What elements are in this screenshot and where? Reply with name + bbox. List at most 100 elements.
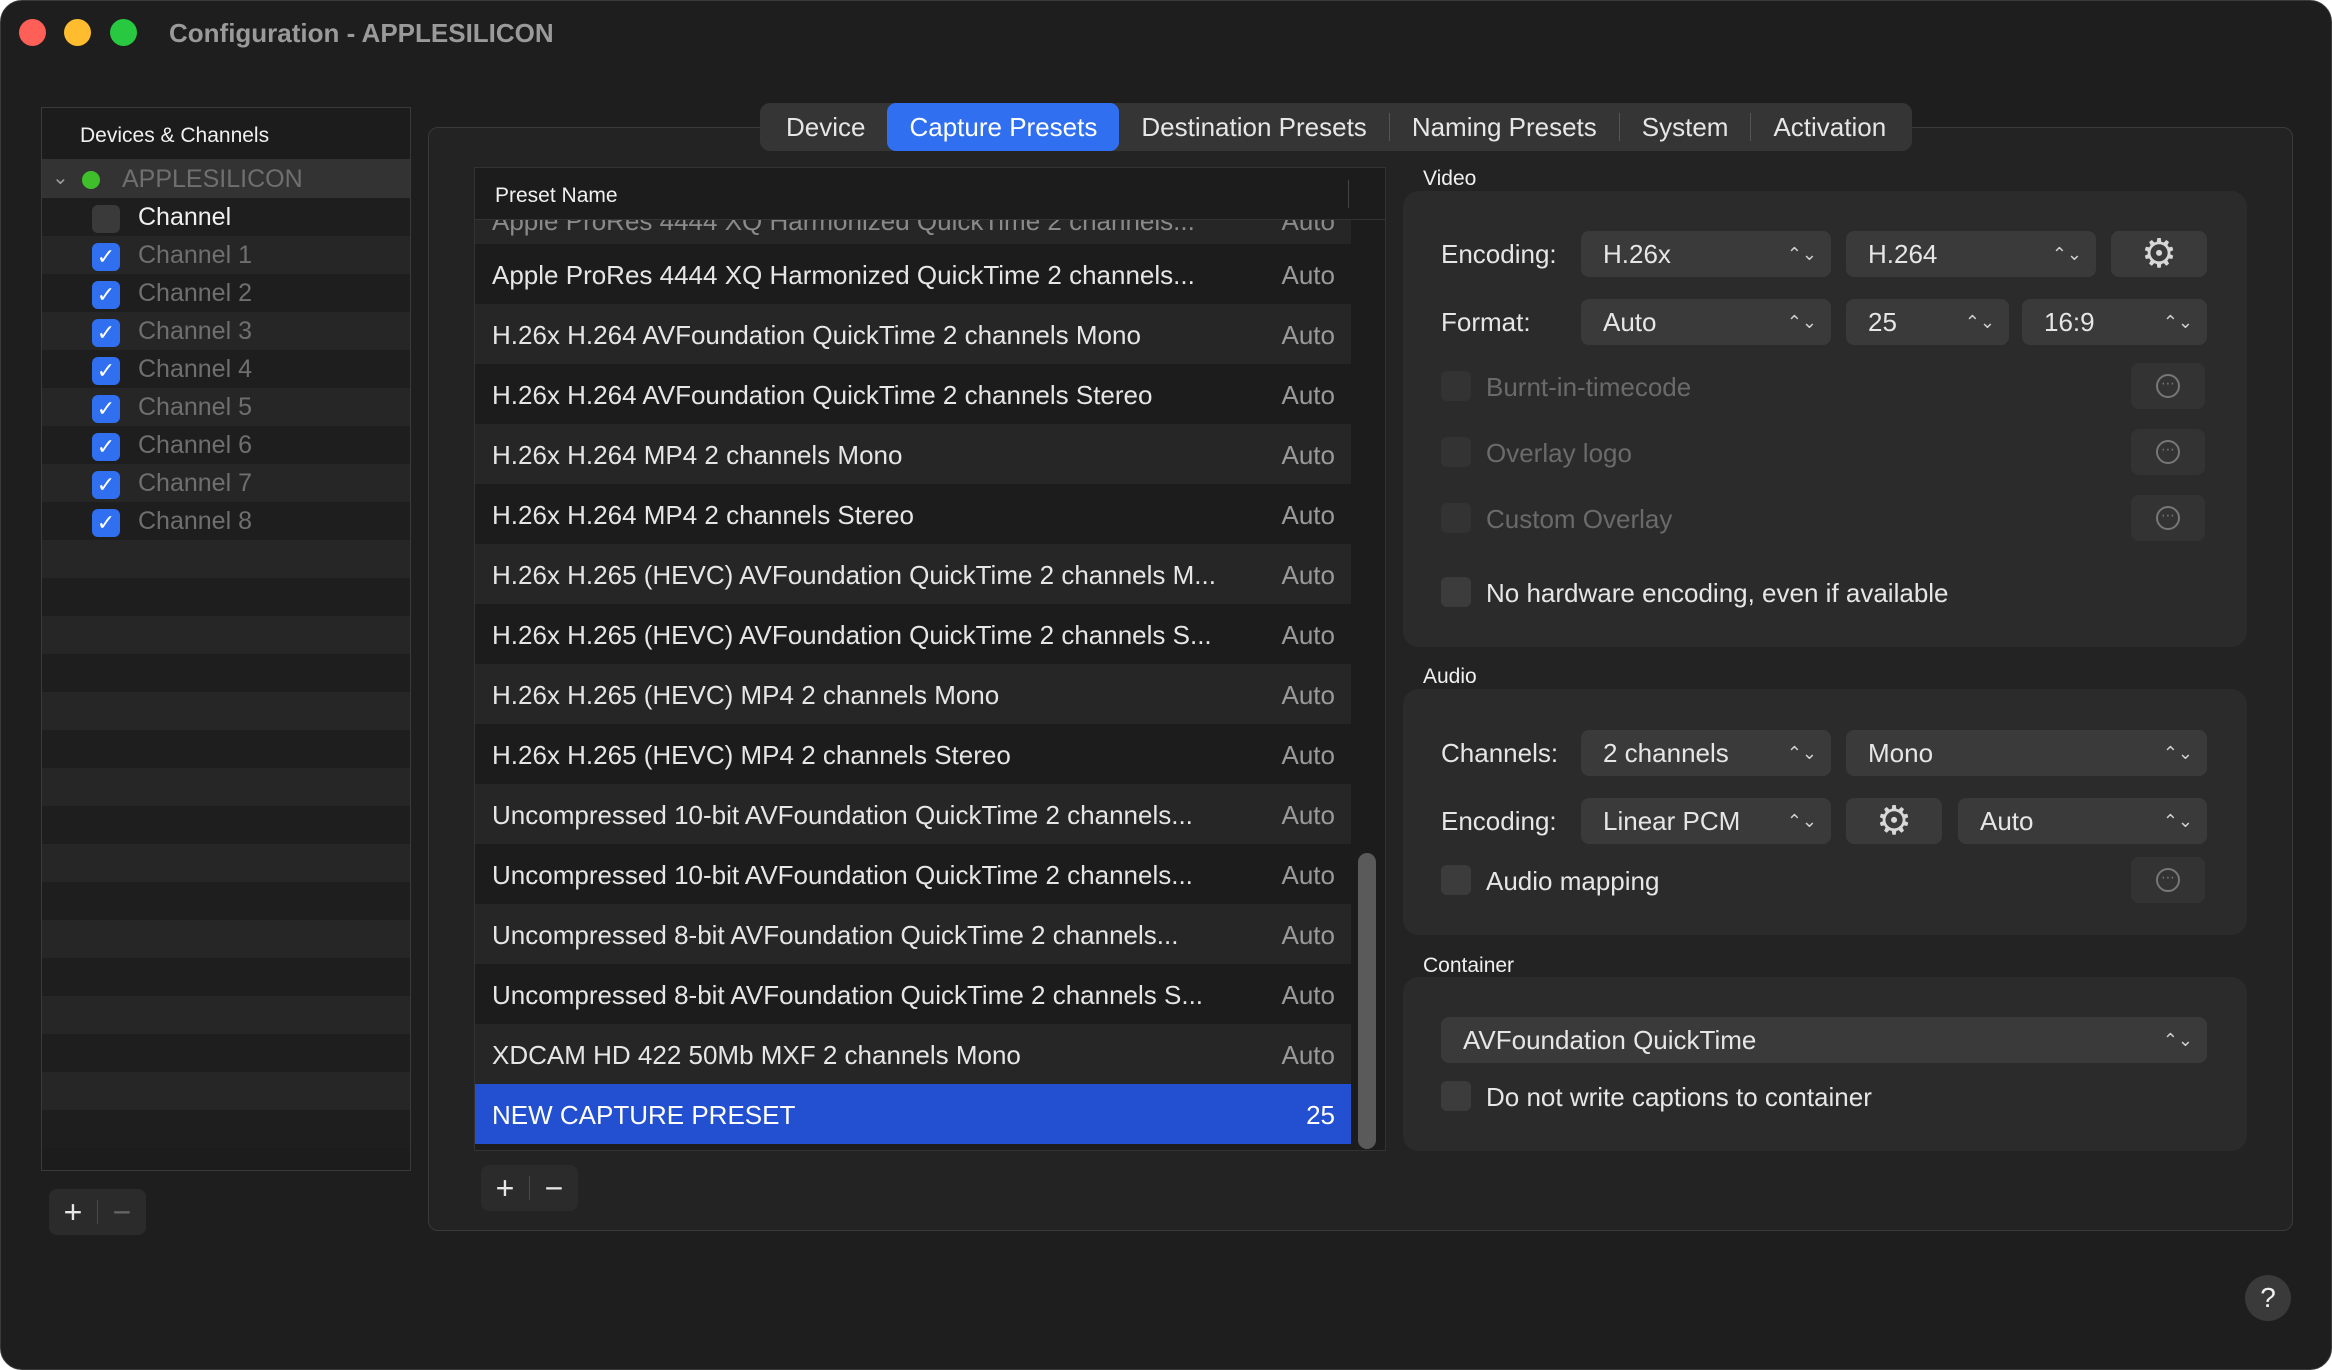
tab-device[interactable]: Device xyxy=(764,103,887,151)
no-captions-checkbox[interactable] xyxy=(1441,1081,1471,1111)
zoom-window-button[interactable] xyxy=(110,19,137,46)
remove-preset-button[interactable]: − xyxy=(530,1165,578,1211)
preset-row[interactable]: Apple ProRes 4444 XQ Harmonized QuickTim… xyxy=(475,244,1351,304)
tab-system[interactable]: System xyxy=(1620,103,1751,151)
channel-checkbox[interactable]: ✓ xyxy=(92,357,120,385)
preset-row-selected[interactable]: NEW CAPTURE PRESET 25 xyxy=(475,1084,1351,1144)
popup-value: H.26x xyxy=(1603,239,1671,269)
burnt-in-timecode-checkbox[interactable] xyxy=(1441,371,1471,401)
channel-all-checkbox[interactable] xyxy=(92,205,120,233)
preset-row[interactable]: Uncompressed 8-bit AVFoundation QuickTim… xyxy=(475,904,1351,964)
audio-encoding-popup[interactable]: Linear PCM ⌃⌄ xyxy=(1581,798,1831,844)
popup-value: 25 xyxy=(1868,307,1897,337)
channel-row[interactable]: ✓ Channel 4 xyxy=(42,350,410,388)
preset-name: H.26x H.265 (HEVC) AVFoundation QuickTim… xyxy=(492,620,1212,650)
preset-name: Uncompressed 10-bit AVFoundation QuickTi… xyxy=(492,800,1193,830)
add-preset-button[interactable]: + xyxy=(481,1165,529,1211)
channel-row[interactable]: ✓ Channel 1 xyxy=(42,236,410,274)
preset-value: Auto xyxy=(1281,500,1336,530)
channel-checkbox[interactable]: ✓ xyxy=(92,471,120,499)
video-codec-popup[interactable]: H.264 ⌃⌄ xyxy=(1846,231,2096,277)
aspect-ratio-popup[interactable]: 16:9 ⌃⌄ xyxy=(2022,299,2207,345)
preset-row[interactable]: H.26x H.264 MP4 2 channels Mono Auto xyxy=(475,424,1351,484)
more-icon: ⋯ xyxy=(2156,868,2180,893)
audio-encoding-settings-button[interactable]: ⚙ xyxy=(1846,798,1942,844)
preset-name: Apple ProRes 4444 XQ Harmonized QuickTim… xyxy=(492,260,1195,290)
preset-name: H.26x H.265 (HEVC) AVFoundation QuickTim… xyxy=(492,560,1216,590)
preset-value: 25 xyxy=(1306,1100,1335,1130)
preset-value: Auto xyxy=(1281,740,1336,770)
device-row-applesilicon[interactable]: ⌄ APPLESILICON xyxy=(42,160,410,198)
preset-list-header: Preset Name xyxy=(475,168,1385,220)
preset-value: Auto xyxy=(1281,440,1336,470)
audio-settings-box: Channels: 2 channels ⌃⌄ Mono ⌃⌄ Encoding… xyxy=(1403,689,2247,935)
tab-activation[interactable]: Activation xyxy=(1751,103,1908,151)
preset-row[interactable]: H.26x H.264 AVFoundation QuickTime 2 cha… xyxy=(475,364,1351,424)
channel-checkbox[interactable]: ✓ xyxy=(92,509,120,537)
tab-naming-presets[interactable]: Naming Presets xyxy=(1390,103,1619,151)
channel-row[interactable]: ✓ Channel 2 xyxy=(42,274,410,312)
channel-checkbox[interactable]: ✓ xyxy=(92,319,120,347)
audio-section-title: Audio xyxy=(1423,665,1477,688)
burnt-in-timecode-options-button[interactable]: ⋯ xyxy=(2131,363,2205,409)
channel-row[interactable]: ✓ Channel 3 xyxy=(42,312,410,350)
preset-value: Auto xyxy=(1281,980,1336,1010)
preset-row[interactable]: Uncompressed 8-bit AVFoundation QuickTim… xyxy=(475,964,1351,1024)
channel-header-row[interactable]: Channel xyxy=(42,198,410,236)
frame-rate-popup[interactable]: 25 ⌃⌄ xyxy=(1846,299,2009,345)
preset-row-partial[interactable]: Apple ProRes 4444 XQ Harmonized QuickTim… xyxy=(475,220,1351,244)
channel-row[interactable]: ✓ Channel 7 xyxy=(42,464,410,502)
channel-checkbox[interactable]: ✓ xyxy=(92,433,120,461)
audio-mapping-options-button[interactable]: ⋯ xyxy=(2131,857,2205,903)
popup-value: Linear PCM xyxy=(1603,806,1741,836)
minimize-window-button[interactable] xyxy=(64,19,91,46)
audio-mapping-checkbox[interactable] xyxy=(1441,865,1471,895)
channel-checkbox[interactable]: ✓ xyxy=(92,395,120,423)
preset-row[interactable]: H.26x H.264 AVFoundation QuickTime 2 cha… xyxy=(475,304,1351,364)
preset-row[interactable]: H.26x H.265 (HEVC) AVFoundation QuickTim… xyxy=(475,544,1351,604)
audio-channel-mode-popup[interactable]: Mono ⌃⌄ xyxy=(1846,730,2207,776)
preset-value: Auto xyxy=(1281,220,1336,236)
channel-label: Channel 2 xyxy=(138,279,252,307)
custom-overlay-label: Custom Overlay xyxy=(1486,504,1673,534)
remove-channel-button[interactable]: − xyxy=(98,1189,146,1235)
help-button[interactable]: ? xyxy=(2245,1275,2291,1321)
video-encoding-family-popup[interactable]: H.26x ⌃⌄ xyxy=(1581,231,1831,277)
tab-capture-presets[interactable]: Capture Presets xyxy=(887,103,1120,151)
capture-preset-list: Apple ProRes 4444 XQ Harmonized QuickTim… xyxy=(474,167,1386,1151)
channel-row[interactable]: ✓ Channel 8 xyxy=(42,502,410,540)
empty-row xyxy=(42,996,410,1034)
preset-row[interactable]: Uncompressed 10-bit AVFoundation QuickTi… xyxy=(475,784,1351,844)
video-format-popup[interactable]: Auto ⌃⌄ xyxy=(1581,299,1831,345)
empty-row xyxy=(42,768,410,806)
preset-name: H.26x H.265 (HEVC) MP4 2 channels Mono xyxy=(492,680,1000,710)
column-header-preset-name[interactable]: Preset Name xyxy=(495,184,618,208)
channel-row[interactable]: ✓ Channel 5 xyxy=(42,388,410,426)
popup-value: H.264 xyxy=(1868,239,1938,269)
overlay-logo-options-button[interactable]: ⋯ xyxy=(2131,429,2205,475)
preset-row[interactable]: H.26x H.265 (HEVC) AVFoundation QuickTim… xyxy=(475,604,1351,664)
custom-overlay-options-button[interactable]: ⋯ xyxy=(2131,495,2205,541)
preset-row[interactable]: H.26x H.265 (HEVC) MP4 2 channels Stereo… xyxy=(475,724,1351,784)
channel-checkbox[interactable]: ✓ xyxy=(92,281,120,309)
tab-destination-presets[interactable]: Destination Presets xyxy=(1119,103,1388,151)
overlay-logo-checkbox[interactable] xyxy=(1441,437,1471,467)
video-encoding-settings-button[interactable]: ⚙ xyxy=(2111,231,2207,277)
video-format-label: Format: xyxy=(1441,307,1531,337)
audio-channels-popup[interactable]: 2 channels ⌃⌄ xyxy=(1581,730,1831,776)
custom-overlay-checkbox[interactable] xyxy=(1441,503,1471,533)
preset-row[interactable]: H.26x H.265 (HEVC) MP4 2 channels Mono A… xyxy=(475,664,1351,724)
no-hardware-encoding-checkbox[interactable] xyxy=(1441,577,1471,607)
check-icon: ✓ xyxy=(96,434,116,459)
preset-row[interactable]: H.26x H.264 MP4 2 channels Stereo Auto xyxy=(475,484,1351,544)
audio-rate-popup[interactable]: Auto ⌃⌄ xyxy=(1958,798,2207,844)
chevron-down-icon[interactable]: ⌄ xyxy=(52,165,69,190)
container-format-popup[interactable]: AVFoundation QuickTime ⌃⌄ xyxy=(1441,1017,2207,1063)
channel-checkbox[interactable]: ✓ xyxy=(92,243,120,271)
preset-row[interactable]: XDCAM HD 422 50Mb MXF 2 channels Mono Au… xyxy=(475,1024,1351,1084)
channel-row[interactable]: ✓ Channel 6 xyxy=(42,426,410,464)
add-channel-button[interactable]: + xyxy=(49,1189,97,1235)
preset-list-scrollbar-thumb[interactable] xyxy=(1358,853,1376,1149)
preset-row[interactable]: Uncompressed 10-bit AVFoundation QuickTi… xyxy=(475,844,1351,904)
close-window-button[interactable] xyxy=(19,19,46,46)
